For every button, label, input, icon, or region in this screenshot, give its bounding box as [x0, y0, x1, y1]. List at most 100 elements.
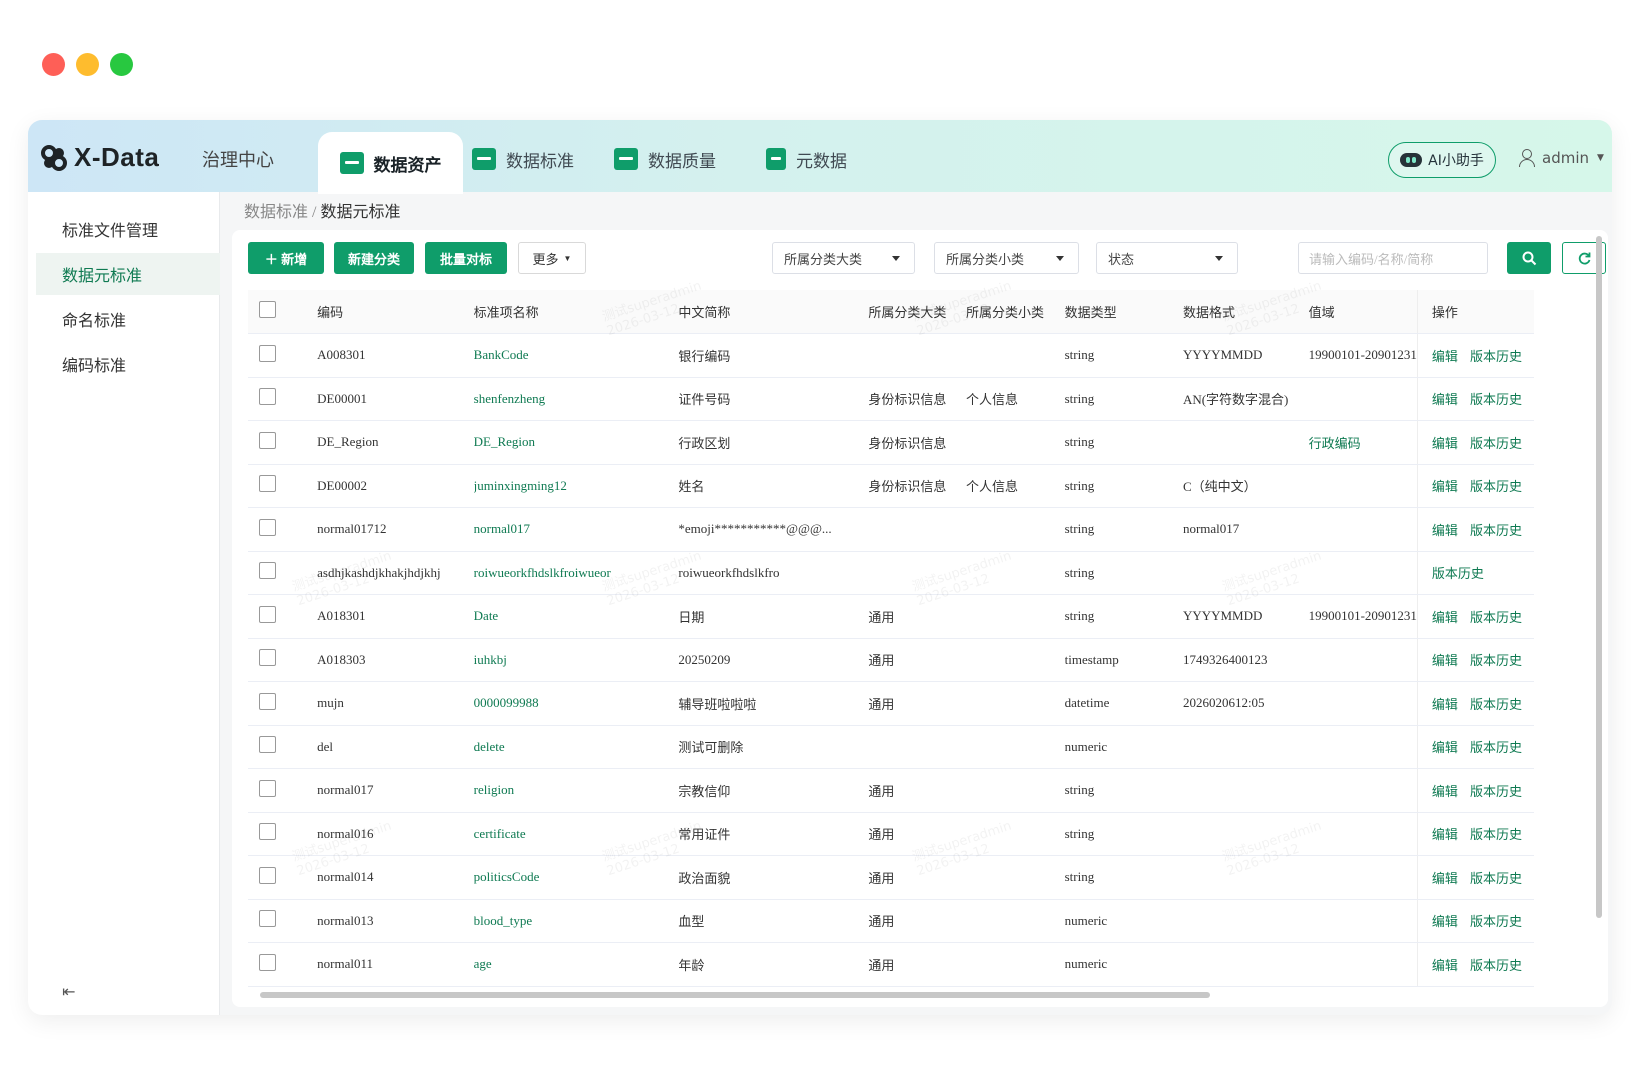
tab-data-quality[interactable]: 数据质量 [614, 144, 716, 174]
col-header-name[interactable]: 标准项名称 [473, 290, 679, 334]
status-select[interactable]: 状态 [1096, 242, 1238, 274]
version-history-link[interactable]: 版本历史 [1470, 827, 1522, 842]
version-history-link[interactable]: 版本历史 [1470, 392, 1522, 407]
edit-link[interactable]: 编辑 [1432, 610, 1458, 625]
ai-assistant-button[interactable]: AI小助手 [1388, 142, 1496, 178]
col-header-code[interactable]: 编码 [317, 290, 474, 334]
cell-name-link[interactable]: delete [473, 725, 679, 769]
edit-link[interactable]: 编辑 [1432, 958, 1458, 973]
table-row[interactable]: A008301 BankCode 银行编码 string YYYYMMDD 1990010… [248, 333, 1534, 378]
cell-name-link[interactable]: politicsCode [473, 855, 679, 900]
edit-link[interactable]: 编辑 [1432, 436, 1458, 451]
table-row[interactable]: A018303 iuhkbj 20250209 通用 timestamp 17493264… [248, 638, 1534, 682]
table-row[interactable]: mujn 0000099988 辅导班啦啦啦 通用 datetime 2026020612… [248, 681, 1534, 726]
row-checkbox[interactable] [259, 475, 276, 493]
cell-name-link[interactable]: juminxingming12 [473, 464, 679, 508]
collapse-sidebar-icon[interactable]: ⇤ [62, 982, 75, 1001]
sidebar-item-coding-standard[interactable]: 编码标准 [36, 343, 220, 385]
cell-name-link[interactable]: religion [473, 768, 679, 813]
row-checkbox[interactable] [259, 910, 276, 928]
col-header-value-range[interactable]: 值域 [1308, 290, 1418, 334]
table-row[interactable]: normal011 age 年龄 通用 numeric 编辑 版本历史 [248, 942, 1534, 987]
edit-link[interactable]: 编辑 [1432, 784, 1458, 799]
logo[interactable]: X-Data [40, 142, 159, 173]
cell-name-link[interactable]: Date [473, 594, 679, 639]
edit-link[interactable]: 编辑 [1432, 827, 1458, 842]
breadcrumb-parent[interactable]: 数据标准 [244, 204, 308, 221]
edit-link[interactable]: 编辑 [1432, 740, 1458, 755]
table-row[interactable]: normal017 religion 宗教信仰 通用 string 编辑 版本历史 [248, 768, 1534, 813]
new-category-button[interactable]: 新建分类 [334, 242, 414, 274]
version-history-link[interactable]: 版本历史 [1470, 740, 1522, 755]
cell-name-link[interactable]: BankCode [473, 333, 679, 378]
row-checkbox[interactable] [259, 344, 276, 362]
edit-link[interactable]: 编辑 [1432, 349, 1458, 364]
select-all-checkbox[interactable] [259, 301, 276, 318]
search-input[interactable]: 请输入编码/名称/简称 [1298, 242, 1488, 274]
table-row[interactable]: normal014 politicsCode 政治面貌 通用 string 编辑 版本历史 [248, 855, 1534, 900]
col-header-data-format[interactable]: 数据格式 [1182, 290, 1309, 334]
row-checkbox[interactable] [259, 692, 276, 710]
cell-name-link[interactable]: DE_Region [473, 420, 679, 465]
version-history-link[interactable]: 版本历史 [1470, 523, 1522, 538]
version-history-link[interactable]: 版本历史 [1470, 784, 1522, 799]
tab-data-assets[interactable]: 数据资产 [318, 132, 463, 194]
version-history-link[interactable]: 版本历史 [1432, 566, 1484, 581]
table-row[interactable]: A018301 Date 日期 通用 string YYYYMMDD 19900101-20… [248, 594, 1534, 639]
row-checkbox[interactable] [259, 823, 276, 841]
row-checkbox[interactable] [259, 736, 276, 754]
row-checkbox[interactable] [259, 953, 276, 971]
cell-name-link[interactable]: normal017 [473, 507, 679, 552]
cell-name-link[interactable]: roiwueorkfhdslkfroiwueor [473, 551, 679, 595]
col-header-cn-abbr[interactable]: 中文简称 [678, 290, 869, 334]
version-history-link[interactable]: 版本历史 [1470, 914, 1522, 929]
close-dot[interactable] [42, 53, 65, 76]
row-checkbox[interactable] [259, 649, 276, 667]
cell-name-link[interactable]: 0000099988 [473, 681, 679, 726]
add-button[interactable]: ＋ 新增 [248, 242, 324, 274]
col-header-category-major[interactable]: 所属分类大类 [868, 290, 967, 334]
table-row[interactable]: DE00001 shenfenzheng 证件号码 身份标识信息 个人信息 string A… [248, 377, 1534, 421]
row-checkbox[interactable] [259, 779, 276, 797]
horizontal-scrollbar[interactable] [260, 992, 1210, 998]
version-history-link[interactable]: 版本历史 [1470, 653, 1522, 668]
edit-link[interactable]: 编辑 [1432, 653, 1458, 668]
edit-link[interactable]: 编辑 [1432, 523, 1458, 538]
row-checkbox[interactable] [259, 562, 276, 580]
row-checkbox[interactable] [259, 388, 276, 406]
version-history-link[interactable]: 版本历史 [1470, 871, 1522, 886]
version-history-link[interactable]: 版本历史 [1470, 436, 1522, 451]
version-history-link[interactable]: 版本历史 [1470, 697, 1522, 712]
row-checkbox[interactable] [259, 431, 276, 449]
more-dropdown[interactable]: 更多 ▼ [518, 242, 586, 274]
edit-link[interactable]: 编辑 [1432, 392, 1458, 407]
cell-name-link[interactable]: shenfenzheng [473, 377, 679, 421]
table-row[interactable]: DE_Region DE_Region 行政区划 身份标识信息 string 行政编码 编辑… [248, 420, 1534, 465]
edit-link[interactable]: 编辑 [1432, 697, 1458, 712]
edit-link[interactable]: 编辑 [1432, 479, 1458, 494]
sidebar-item-naming-standard[interactable]: 命名标准 [36, 298, 220, 340]
row-checkbox[interactable] [259, 866, 276, 884]
version-history-link[interactable]: 版本历史 [1470, 349, 1522, 364]
sidebar-item-standard-files[interactable]: 标准文件管理 [36, 208, 220, 250]
cell-name-link[interactable]: age [473, 942, 679, 987]
category-major-select[interactable]: 所属分类大类 [772, 242, 915, 274]
col-header-category-minor[interactable]: 所属分类小类 [966, 290, 1065, 334]
maximize-dot[interactable] [110, 53, 133, 76]
tab-data-standards[interactable]: 数据标准 [472, 144, 574, 174]
version-history-link[interactable]: 版本历史 [1470, 479, 1522, 494]
batch-benchmark-button[interactable]: 批量对标 [425, 242, 507, 274]
table-row[interactable]: del delete 测试可删除 numeric 编辑 版本历史 [248, 725, 1534, 769]
tab-metadata[interactable]: 元数据 [766, 144, 847, 174]
col-header-data-type[interactable]: 数据类型 [1064, 290, 1183, 334]
minimize-dot[interactable] [76, 53, 99, 76]
version-history-link[interactable]: 版本历史 [1470, 958, 1522, 973]
edit-link[interactable]: 编辑 [1432, 914, 1458, 929]
governance-center-link[interactable]: 治理中心 [202, 146, 274, 172]
row-checkbox[interactable] [259, 605, 276, 623]
user-menu[interactable]: admin ▼ [1518, 149, 1604, 167]
search-button[interactable] [1507, 242, 1551, 274]
vertical-scrollbar[interactable] [1596, 236, 1602, 918]
version-history-link[interactable]: 版本历史 [1470, 610, 1522, 625]
table-row[interactable]: asdhjkashdjkhakjhdjkhj roiwueorkfhdslkfro… [248, 551, 1534, 595]
